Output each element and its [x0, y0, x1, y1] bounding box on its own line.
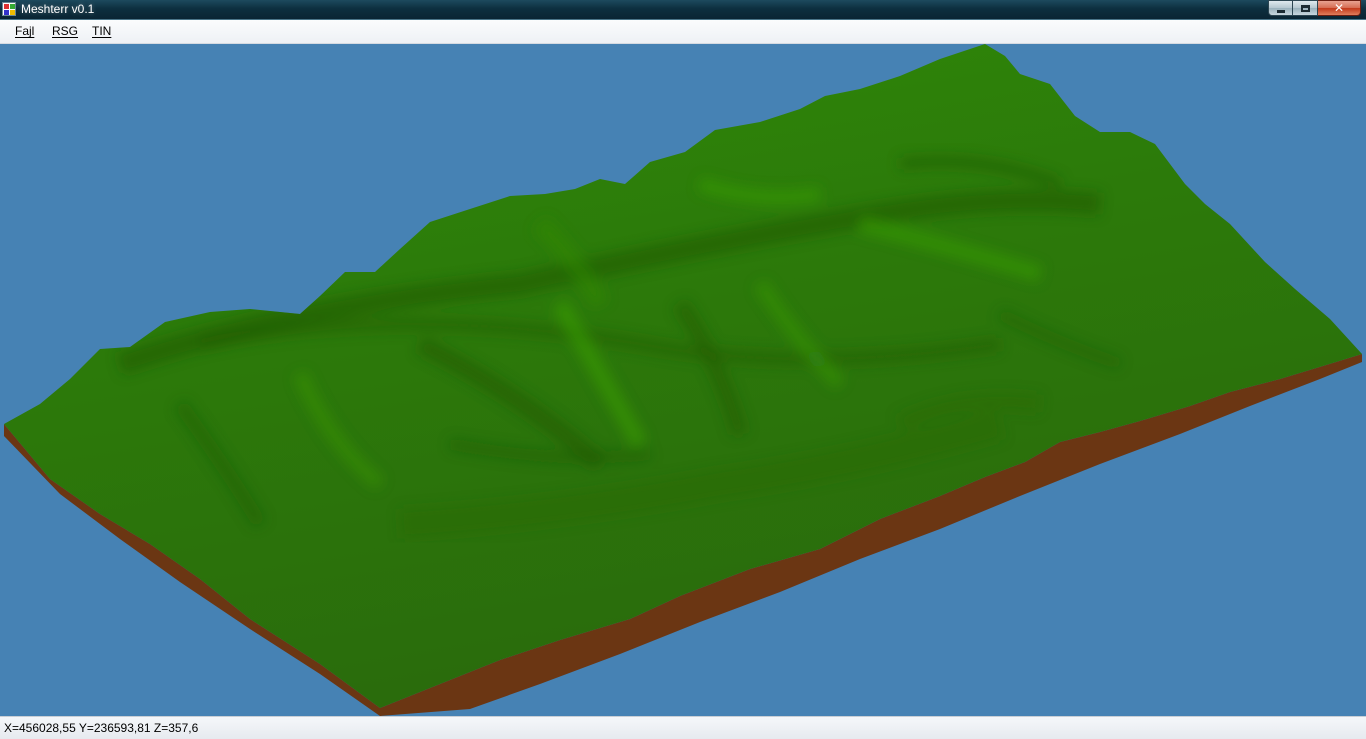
minimize-icon — [1276, 9, 1285, 13]
maximize-icon — [1300, 4, 1310, 12]
menu-fajl[interactable]: Fajl — [14, 24, 35, 39]
close-button[interactable]: ✕ — [1318, 0, 1361, 16]
title-bar[interactable]: Meshterr v0.1 ✕ — [0, 0, 1366, 20]
status-bar: X=456028,55 Y=236593,81 Z=357,6 — [0, 716, 1366, 739]
menu-tin[interactable]: TIN — [91, 24, 112, 39]
window-controls: ✕ — [1268, 0, 1361, 17]
menu-rsg[interactable]: RSG — [51, 24, 79, 39]
window-title: Meshterr v0.1 — [21, 2, 95, 16]
app-grid-icon[interactable] — [2, 2, 16, 16]
close-icon: ✕ — [1333, 1, 1345, 15]
coordinate-readout: X=456028,55 Y=236593,81 Z=357,6 — [4, 721, 199, 735]
terrain-3d-viewport[interactable] — [0, 44, 1366, 716]
menu-bar: Fajl RSG TIN — [0, 20, 1366, 44]
terrain-render[interactable] — [0, 44, 1366, 716]
minimize-button[interactable] — [1268, 0, 1293, 16]
maximize-button[interactable] — [1293, 0, 1318, 16]
